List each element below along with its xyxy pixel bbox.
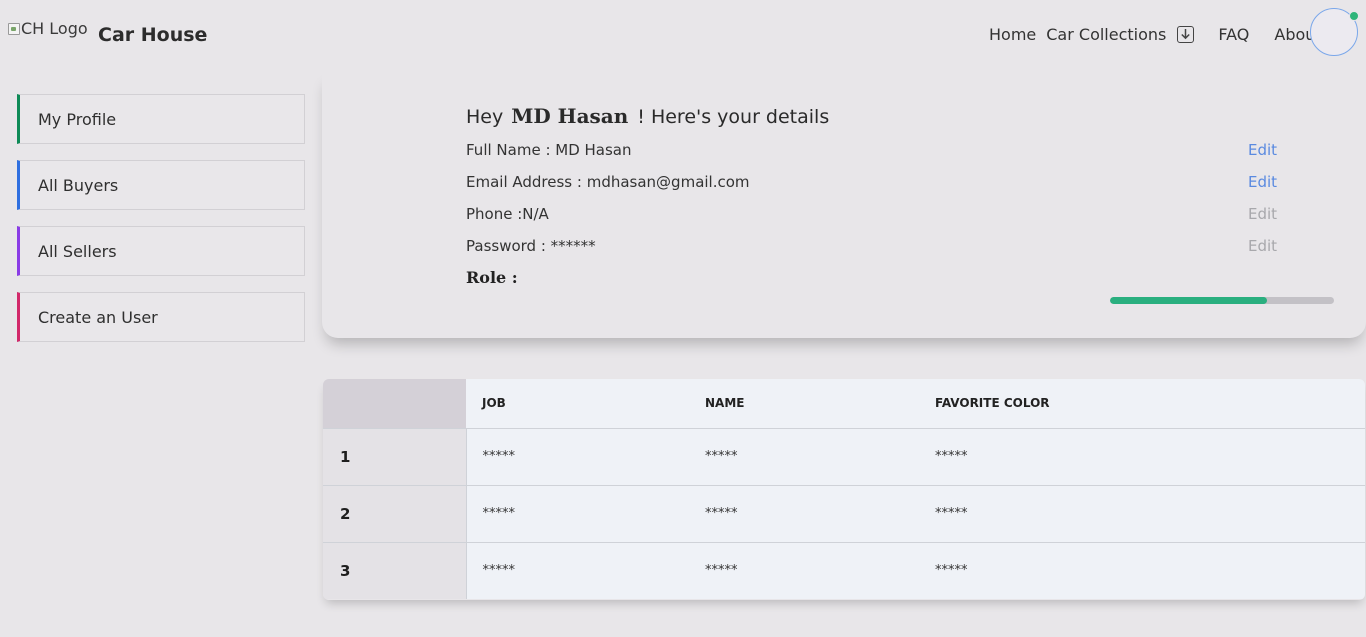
greeting-suffix: ! Here's your details [637,106,830,128]
navbar: CH Logo Car House Home Car Collections F… [0,0,1366,70]
edit-full-name-button[interactable]: Edit [1248,141,1277,159]
profile-completion-bar [1110,297,1334,304]
edit-password-button[interactable]: Edit [1248,237,1277,255]
row-number: 3 [323,542,467,599]
column-header-name: NAME [689,379,919,429]
users-table-card: JOB NAME FAVORITE COLOR 1 ***** ***** **… [323,379,1365,600]
sidebar: My Profile All Buyers All Sellers Create… [17,94,305,358]
cell-favorite-color: ***** [919,485,1365,543]
table-header-row: JOB NAME FAVORITE COLOR [323,379,1365,429]
phone-field: Phone :N/A [466,205,549,223]
users-table: JOB NAME FAVORITE COLOR 1 ***** ***** **… [323,379,1365,599]
greeting-user-name: MD Hasan [511,104,629,128]
full-name-field: Full Name : MD Hasan [466,141,632,159]
column-header-favorite-color: FAVORITE COLOR [919,379,1365,429]
sidebar-item-label: Create an User [38,307,158,327]
profile-details-card: Hey MD Hasan ! Here's your details Full … [322,72,1366,338]
cell-job: ***** [466,428,689,486]
cell-favorite-color: ***** [919,428,1365,486]
cell-job: ***** [466,485,689,543]
table-row: 1 ***** ***** ***** [323,428,1365,486]
sidebar-item-create-user[interactable]: Create an User [17,292,305,342]
logo-image[interactable]: CH Logo [8,19,88,38]
arrow-down-box-icon[interactable] [1177,26,1195,43]
cell-name: ***** [689,542,919,599]
cell-favorite-color: ***** [919,542,1365,599]
email-field: Email Address : mdhasan@gmail.com [466,173,750,191]
table-row: 3 ***** ***** ***** [323,542,1365,599]
row-number: 2 [323,485,467,543]
profile-completion-fill [1110,297,1267,304]
greeting-prefix: Hey [466,106,504,128]
online-status-icon [1349,11,1359,21]
broken-image-icon [8,22,20,35]
column-header-job: JOB [466,379,689,429]
brand-name[interactable]: Car House [98,24,207,46]
logo-alt-text: CH Logo [21,19,88,38]
profile-greeting: Hey MD Hasan ! Here's your details [466,104,829,128]
sidebar-item-my-profile[interactable]: My Profile [17,94,305,144]
nav-faq-link[interactable]: FAQ [1218,25,1249,44]
sidebar-item-label: All Buyers [38,175,119,195]
edit-email-button[interactable]: Edit [1248,173,1277,191]
sidebar-item-label: My Profile [38,109,117,129]
row-number: 1 [323,428,467,486]
nav-car-collections-label: Car Collections [1046,25,1167,44]
sidebar-item-all-buyers[interactable]: All Buyers [17,160,305,210]
table-row: 2 ***** ***** ***** [323,485,1365,543]
cell-name: ***** [689,428,919,486]
nav-home-link[interactable]: Home [989,25,1036,44]
role-field: Role : [466,268,518,287]
cell-job: ***** [466,542,689,599]
edit-phone-button[interactable]: Edit [1248,205,1277,223]
sidebar-item-all-sellers[interactable]: All Sellers [17,226,305,276]
nav-car-collections-dropdown[interactable]: Car Collections [1046,25,1195,44]
nav-links: Home Car Collections FAQ About [989,25,1322,44]
sidebar-item-label: All Sellers [38,241,117,261]
password-field: Password : ****** [466,237,596,255]
cell-name: ***** [689,485,919,543]
table-corner-header [323,379,466,429]
